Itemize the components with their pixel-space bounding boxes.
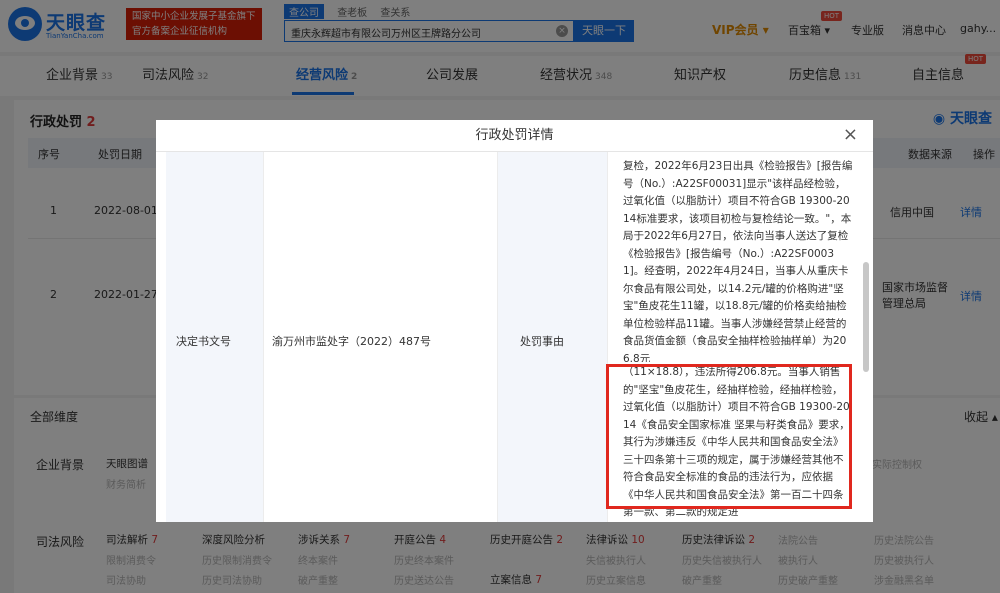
- value-column: 渝万州市监处字（2022）487号: [264, 152, 498, 522]
- highlight-box: [606, 364, 852, 509]
- penalty-reason-text-upper: 复检，2022年6月23日出具《检验报告》[报告编号（No.）:A22SF000…: [623, 160, 853, 362]
- label-column: 处罚事由: [498, 152, 608, 522]
- close-icon[interactable]: ×: [843, 125, 858, 145]
- reason-label: 处罚事由: [520, 335, 564, 348]
- modal-title: 行政处罚详情: [156, 120, 873, 152]
- doc-number-value: 渝万州市监处字（2022）487号: [272, 335, 431, 348]
- label-column: 决定书文号: [166, 152, 264, 522]
- modal-scrollbar[interactable]: [863, 262, 869, 372]
- doc-number-label: 决定书文号: [176, 335, 231, 348]
